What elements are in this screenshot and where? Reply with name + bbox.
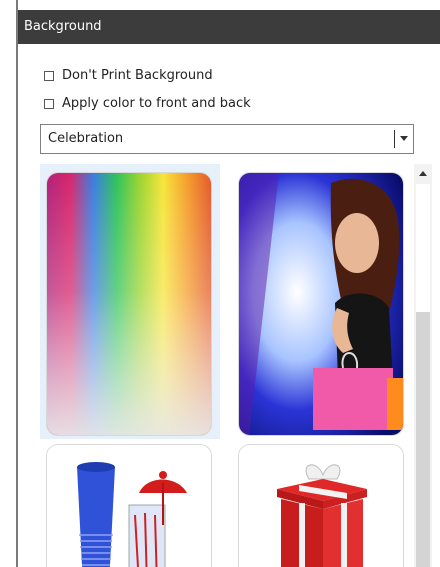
thumbnail-gift-box[interactable] (238, 444, 404, 567)
category-dropdown-value: Celebration (48, 131, 124, 146)
scrollbar-track[interactable] (416, 184, 430, 312)
scroll-up-arrow-icon[interactable] (419, 171, 427, 176)
panel-title: Background (18, 10, 440, 44)
rainbow-gradient-image (47, 173, 211, 435)
scrollbar-thumb[interactable] (416, 312, 430, 567)
thumbnail-rainbow-gradient[interactable] (46, 172, 212, 436)
thumbnail-party-cups[interactable] (46, 444, 212, 567)
woman-shopping-bags-image (239, 173, 403, 435)
dont-print-background-checkbox[interactable] (44, 70, 54, 81)
apply-color-front-back-checkbox[interactable] (44, 98, 54, 109)
background-panel: Background Don't Print Background Apply … (16, 0, 440, 567)
background-gallery (40, 164, 410, 567)
dont-print-background-option[interactable]: Don't Print Background (44, 68, 213, 83)
apply-color-front-back-option[interactable]: Apply color to front and back (44, 96, 251, 111)
apply-color-front-back-label: Apply color to front and back (62, 96, 251, 111)
gallery-scrollbar[interactable] (414, 164, 432, 567)
dont-print-background-label: Don't Print Background (62, 68, 213, 83)
red-gift-box-image (239, 445, 403, 567)
category-dropdown[interactable]: Celebration (40, 124, 414, 154)
dropdown-separator (394, 130, 395, 148)
chevron-down-icon[interactable] (400, 136, 408, 141)
blue-party-cups-image (47, 445, 211, 567)
thumbnail-woman-shopping[interactable] (238, 172, 404, 436)
